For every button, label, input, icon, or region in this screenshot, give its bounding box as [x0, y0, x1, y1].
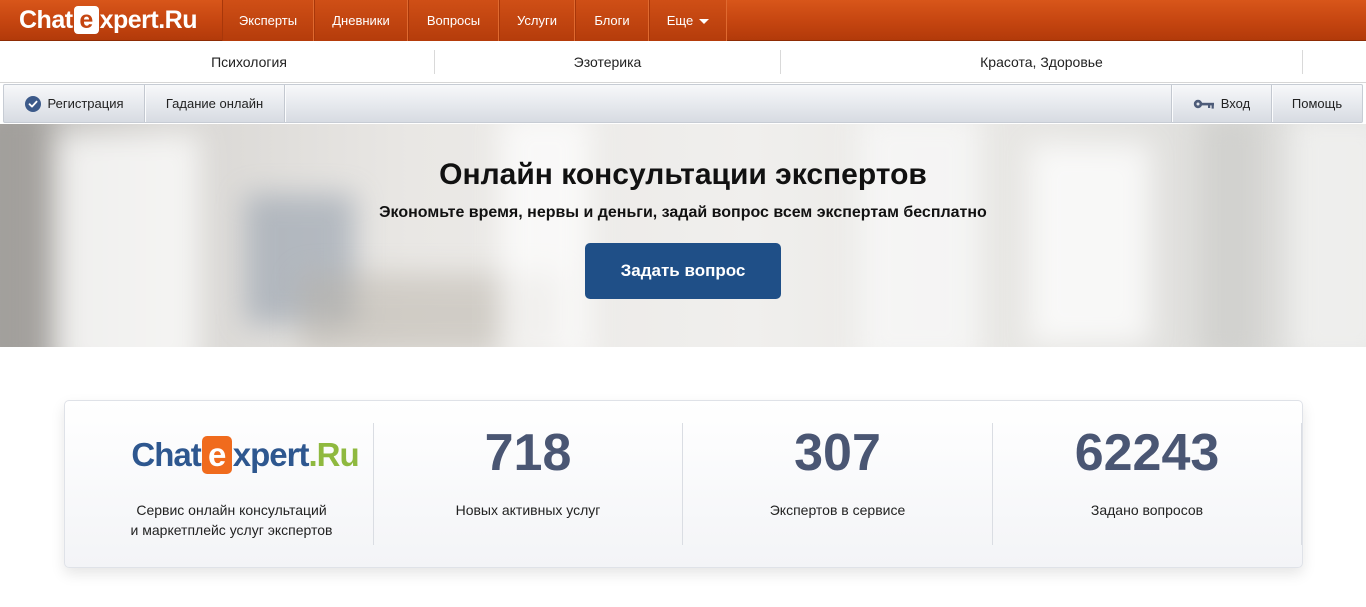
- service-description: Сервис онлайн консультаций и маркетплейс…: [130, 502, 333, 538]
- main-menu: Эксперты Дневники Вопросы Услуги Блоги Е…: [222, 0, 727, 41]
- hero-banner: Онлайн консультации экспертов Экономьте …: [0, 124, 1366, 347]
- stat-divider: [1301, 423, 1302, 545]
- stat-value: 307: [794, 424, 881, 482]
- stat-active-services: 718 Новых активных услуг: [374, 401, 682, 569]
- stat-questions: 62243 Задано вопросов: [993, 401, 1301, 569]
- check-circle-icon: [24, 95, 41, 112]
- category-divider: [1302, 50, 1303, 74]
- register-label: Регистрация: [47, 96, 124, 111]
- fortune-label: Гадание онлайн: [165, 96, 264, 111]
- nav-item-experts[interactable]: Эксперты: [222, 0, 314, 41]
- user-toolbar: Регистрация Гадание онлайн Вход Помощь: [3, 84, 1363, 123]
- card-logo-mid: xpert: [232, 436, 310, 473]
- nav-item-blogs[interactable]: Блоги: [575, 0, 649, 41]
- category-esoterics[interactable]: Эзотерика: [435, 41, 780, 83]
- hero-subtitle: Экономьте время, нервы и деньги, задай в…: [379, 204, 987, 221]
- toolbar-divider: [284, 85, 285, 122]
- logo-suffix: xpert.Ru: [99, 5, 198, 34]
- stat-value: 718: [484, 424, 572, 482]
- stats-card: Chat e xpert .Ru Сервис онлайн консультаций…: [64, 400, 1303, 568]
- logo-prefix: Chat: [19, 5, 73, 34]
- card-logo-e-badge: e: [201, 436, 232, 474]
- category-beauty-health[interactable]: Красота, Здоровье: [781, 41, 1302, 83]
- card-logo-prefix: Chat: [131, 436, 201, 473]
- register-button[interactable]: Регистрация: [4, 85, 144, 122]
- card-logo-ru: .Ru: [308, 436, 359, 473]
- nav-item-questions[interactable]: Вопросы: [408, 0, 499, 41]
- logo-e-badge: e: [73, 6, 99, 34]
- key-icon: [1193, 98, 1215, 110]
- help-button[interactable]: Помощь: [1272, 85, 1362, 122]
- nav-item-diaries[interactable]: Дневники: [314, 0, 408, 41]
- login-label: Вход: [1220, 96, 1251, 111]
- category-psychology[interactable]: Психология: [64, 41, 434, 83]
- category-bar: Психология Эзотерика Красота, Здоровье: [0, 41, 1366, 83]
- stat-label: Экспертов в сервисе: [769, 502, 906, 518]
- ask-question-button[interactable]: Задать вопрос: [585, 243, 781, 299]
- site-logo[interactable]: Chat e xpert.Ru: [19, 6, 197, 34]
- stat-label: Задано вопросов: [1090, 502, 1204, 518]
- nav-item-services[interactable]: Услуги: [499, 0, 575, 41]
- login-button[interactable]: Вход: [1172, 85, 1271, 122]
- fortune-online-button[interactable]: Гадание онлайн: [145, 85, 284, 122]
- card-logo: Chat e xpert .Ru: [95, 435, 395, 475]
- chevron-down-icon: [699, 19, 710, 24]
- stat-label: Новых активных услуг: [455, 502, 601, 518]
- top-navigation-bar: Chat e xpert.Ru Эксперты Дневники Вопросы …: [0, 0, 1366, 41]
- help-label: Помощь: [1291, 96, 1343, 111]
- stat-experts: 307 Экспертов в сервисе: [683, 401, 992, 569]
- hero-title: Онлайн консультации экспертов: [439, 158, 927, 191]
- nav-item-more[interactable]: Еще: [649, 0, 727, 41]
- stat-value: 62243: [1074, 424, 1220, 482]
